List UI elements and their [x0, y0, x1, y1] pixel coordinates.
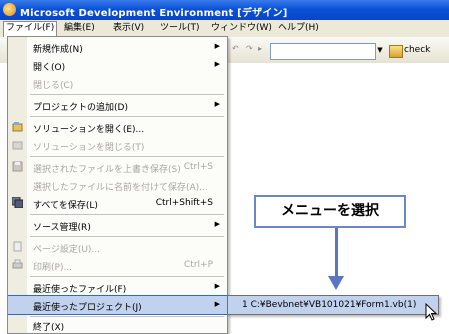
save-icon — [12, 161, 23, 172]
menu-item-recent-projects[interactable]: 最近使ったプロジェクト(J) ▶ — [8, 295, 227, 315]
menu-item-label: 開く(O) — [33, 63, 66, 73]
solution-config-combo[interactable] — [270, 43, 376, 60]
menu-separator — [30, 156, 224, 157]
title-bar: Microsoft Development Environment [デザイン] — [0, 0, 449, 20]
menu-item-add-project[interactable]: プロジェクトの追加(D) ▶ — [8, 96, 227, 114]
menu-item-label: 選択したファイルに名前を付けて保存(A)... — [33, 183, 208, 193]
menu-item-label: ソリューションを開く(E)... — [33, 125, 145, 135]
menu-item-exit[interactable]: 終了(X) — [8, 316, 227, 333]
menu-separator — [30, 276, 224, 277]
recent-project-item[interactable]: 1 C:¥Bevbnet¥VB101021¥Form1.vb(1) — [242, 300, 416, 310]
submenu-arrow-icon: ▶ — [214, 100, 220, 108]
page-setup-icon — [13, 241, 22, 252]
window-title: Microsoft Development Environment [デザイン] — [20, 8, 288, 19]
menu-item-open[interactable]: 開く(O) ▶ — [8, 56, 227, 74]
menu-bar: ファイル(F) 編集(E) 表示(V) ツール(T) ウィンドウ(W) ヘルプ(… — [0, 20, 449, 37]
menu-separator — [30, 236, 224, 237]
find-text[interactable]: check — [404, 45, 430, 55]
menu-item-label: 新規作成(N) — [33, 45, 83, 55]
menu-item-shortcut: Ctrl+P — [184, 260, 213, 270]
menu-item-recent-files[interactable]: 最近使ったファイル(F) ▶ — [8, 278, 227, 296]
menu-item-label: 終了(X) — [33, 323, 65, 333]
start-icon[interactable]: ▸ — [258, 44, 262, 53]
menu-item-save-as[interactable]: 選択したファイルに名前を付けて保存(A)... — [8, 176, 227, 194]
menu-item-label: 閉じる(C) — [33, 81, 74, 91]
submenu-arrow-icon: ▶ — [214, 300, 220, 308]
menu-help[interactable]: ヘルプ(H) — [276, 22, 321, 35]
menu-item-open-solution[interactable]: ソリューションを開く(E)... — [8, 118, 227, 136]
chevron-down-icon[interactable]: ▼ — [375, 43, 385, 58]
redo-icon[interactable]: ↷ — [246, 44, 253, 53]
menu-item-close[interactable]: 閉じる(C) — [8, 74, 227, 92]
file-menu: 新規作成(N) ▶ 開く(O) ▶ 閉じる(C) プロジェクトの追加(D) ▶ … — [7, 36, 228, 334]
menu-item-save-selected[interactable]: 選択されたファイルを上書き保存(S) Ctrl+S — [8, 158, 227, 176]
menu-item-label: ソリューションを閉じる(T) — [33, 143, 145, 153]
menu-item-close-solution[interactable]: ソリューションを閉じる(T) — [8, 136, 227, 154]
menu-file[interactable]: ファイル(F) — [3, 21, 58, 37]
menu-item-label: すべてを保存(L) — [33, 201, 98, 211]
print-icon — [12, 259, 23, 269]
menu-item-save-all[interactable]: すべてを保存(L) Ctrl+Shift+S — [8, 194, 227, 212]
menu-edit[interactable]: 編集(E) — [62, 22, 97, 35]
menu-item-label: 最近使ったプロジェクト(J) — [33, 303, 142, 313]
menu-item-label: プロジェクトの追加(D) — [33, 103, 128, 113]
submenu-arrow-icon: ▶ — [214, 220, 220, 228]
undo-icon[interactable]: ↶ — [232, 44, 239, 53]
menu-tools[interactable]: ツール(T) — [158, 22, 202, 35]
submenu-arrow-icon: ▶ — [214, 42, 220, 50]
menu-item-print[interactable]: 印刷(P)... Ctrl+P — [8, 256, 227, 274]
menu-item-label: ページ設定(U)... — [33, 245, 101, 255]
menu-window[interactable]: ウィンドウ(W) — [209, 22, 274, 35]
menu-item-shortcut: Ctrl+S — [183, 162, 213, 172]
menu-item-label: 選択されたファイルを上書き保存(S) — [33, 165, 181, 175]
menu-view[interactable]: 表示(V) — [111, 22, 146, 35]
callout-arrow-head — [328, 276, 344, 290]
callout-box: メニューを選択 — [254, 195, 406, 228]
menu-separator — [30, 116, 224, 117]
menu-item-label: ソース管理(R) — [33, 223, 91, 233]
menu-item-label: 最近使ったファイル(F) — [33, 285, 127, 295]
submenu-arrow-icon: ▶ — [214, 60, 220, 68]
callout-arrow-line — [335, 228, 338, 278]
menu-item-source-control[interactable]: ソース管理(R) ▶ — [8, 216, 227, 234]
submenu-arrow-icon: ▶ — [214, 282, 220, 290]
menu-separator — [30, 214, 224, 215]
mouse-cursor-icon — [425, 303, 438, 321]
app-icon[interactable] — [3, 3, 16, 16]
menu-item-page-setup[interactable]: ページ設定(U)... — [8, 238, 227, 256]
close-solution-icon — [12, 141, 23, 150]
menu-item-shortcut: Ctrl+Shift+S — [155, 198, 213, 208]
find-in-files-icon[interactable] — [389, 45, 403, 58]
menu-item-new[interactable]: 新規作成(N) ▶ — [8, 38, 227, 56]
recent-projects-submenu[interactable]: 1 C:¥Bevbnet¥VB101021¥Form1.vb(1) — [227, 295, 439, 315]
save-all-icon — [12, 197, 23, 208]
menu-item-label: 印刷(P)... — [33, 263, 73, 273]
menu-separator — [30, 94, 224, 95]
open-solution-icon — [12, 122, 23, 132]
